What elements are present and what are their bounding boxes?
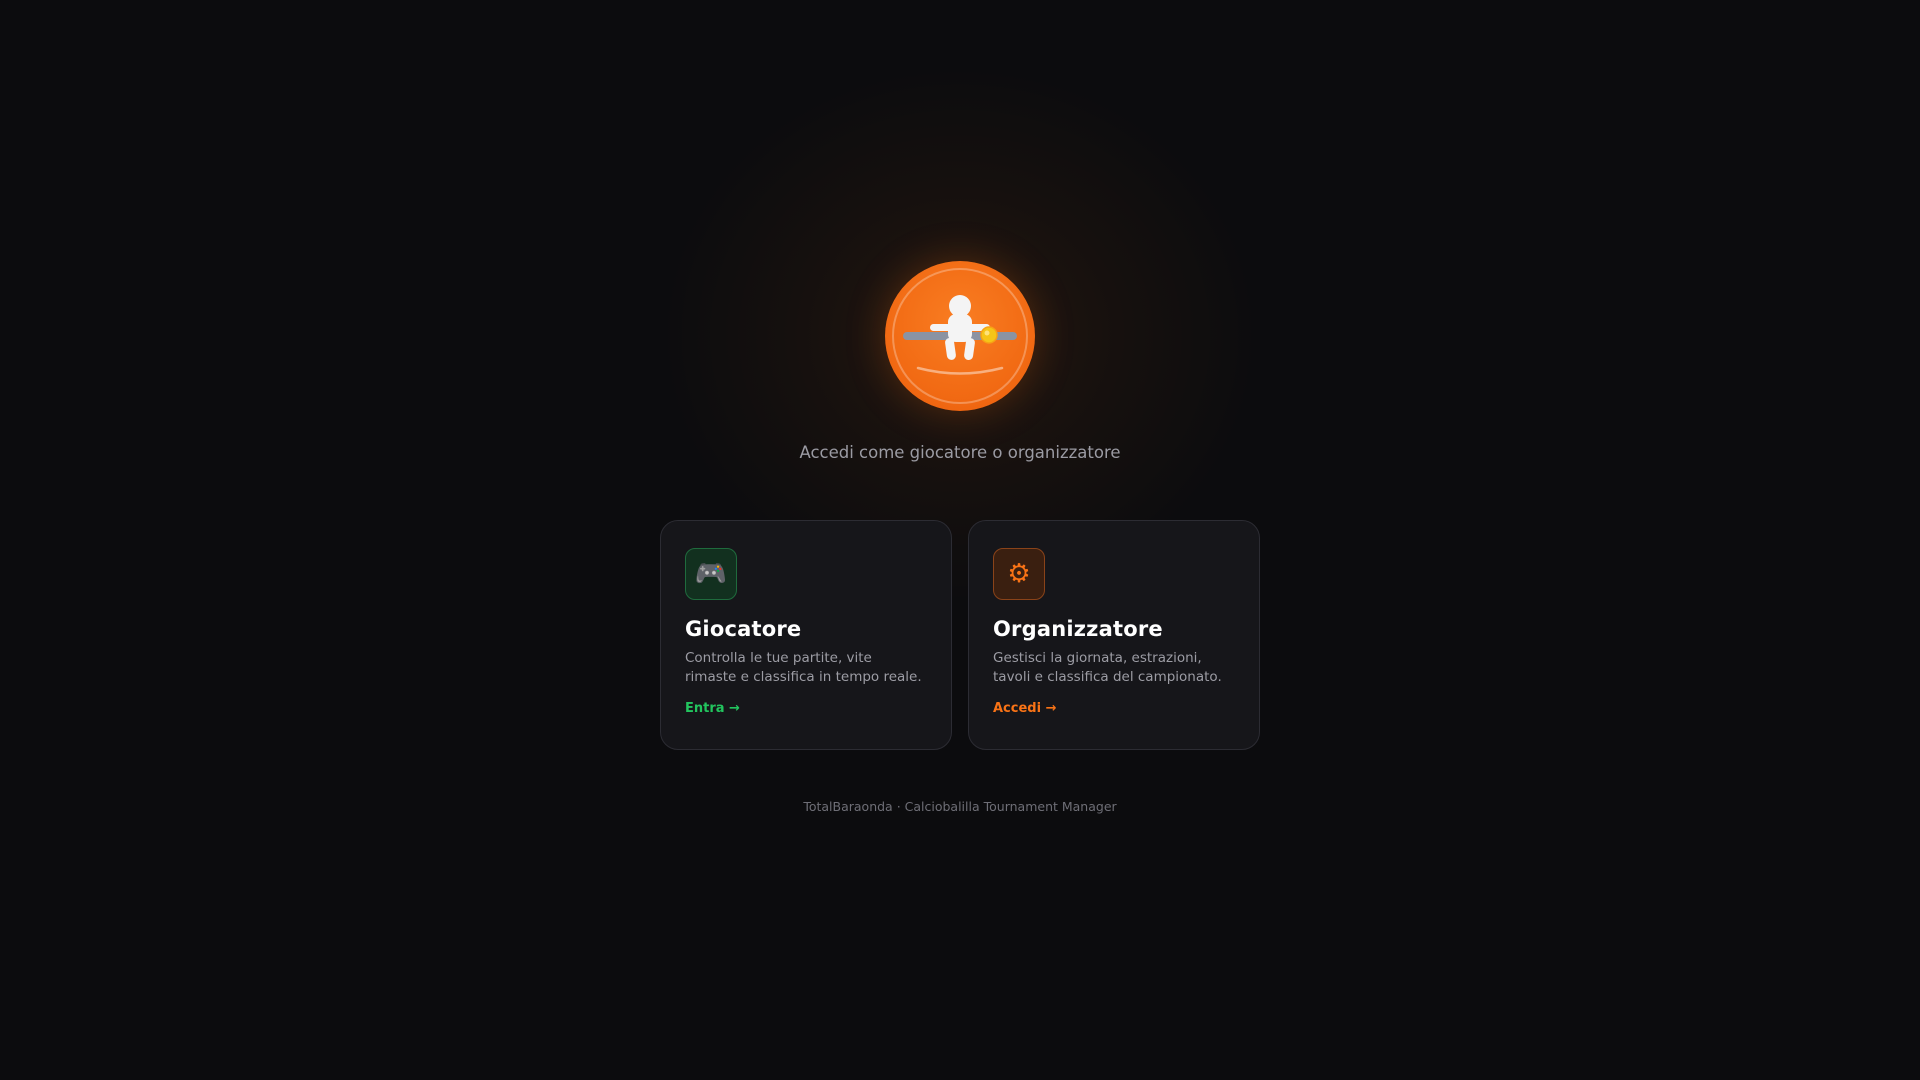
- player-card-title: Giocatore: [685, 617, 802, 641]
- player-card[interactable]: 🎮 Giocatore Controlla le tue partite, vi…: [660, 520, 952, 750]
- organizer-card-title: Organizzatore: [993, 617, 1163, 641]
- login-screen: Accedi come giocatore o organizzatore 🎮 …: [0, 0, 1920, 1080]
- player-card-description: Controlla le tue partite, vite rimaste e…: [685, 650, 922, 685]
- organizer-card-description: Gestisci la giornata, estrazioni, tavoli…: [993, 650, 1222, 685]
- foosball-logo: [885, 261, 1035, 411]
- organizer-card[interactable]: ⚙ Organizzatore Gestisci la giornata, es…: [968, 520, 1260, 750]
- subtitle: Accedi come giocatore o organizzatore: [799, 443, 1121, 462]
- gear-icon: ⚙: [993, 548, 1045, 600]
- footer: TotalBaraonda · Calciobalilla Tournament…: [803, 799, 1117, 814]
- gamepad-icon: 🎮: [685, 548, 737, 600]
- player-enter-link[interactable]: Entra →: [685, 701, 740, 716]
- organizer-access-link[interactable]: Accedi →: [993, 701, 1056, 716]
